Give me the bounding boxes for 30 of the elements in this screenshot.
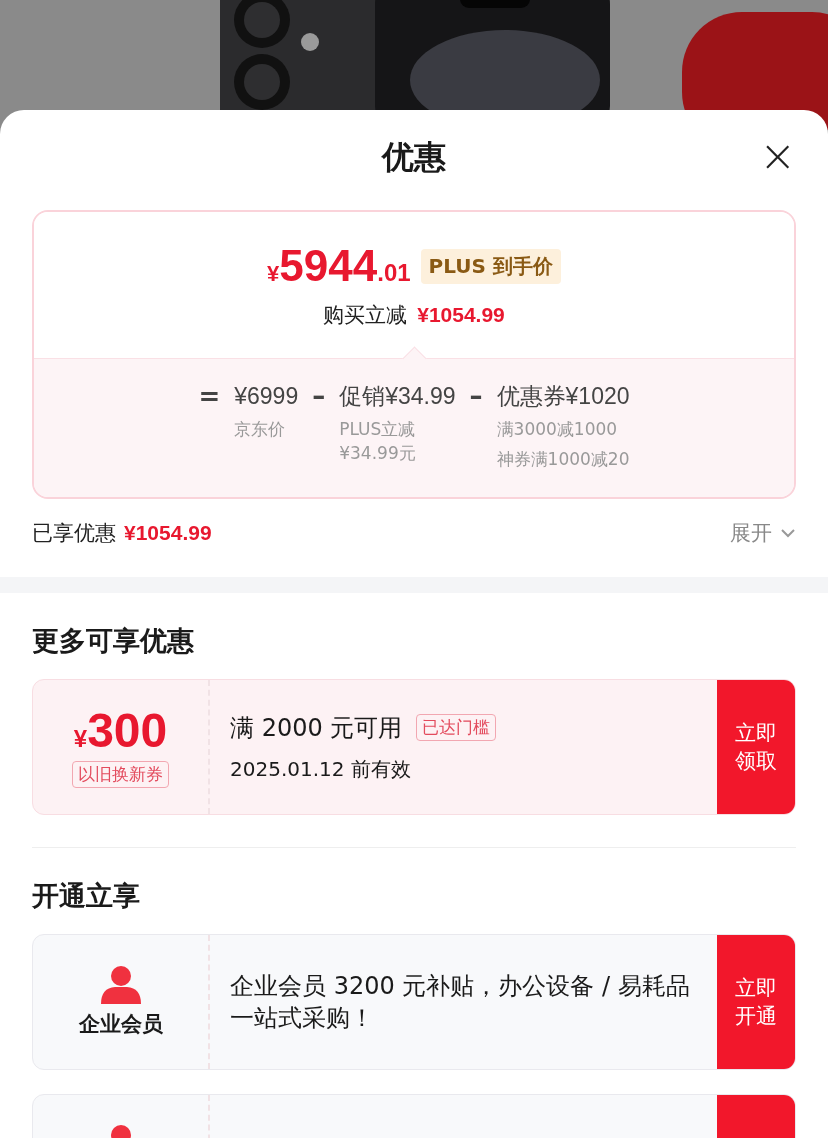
close-button[interactable]: × [759,134,796,178]
validity-date: 2025.01.12 前有效 [230,755,412,783]
section-title: 开通立享 [32,879,141,913]
threshold-badge: 已达门槛 [416,714,497,741]
operator-sign: = [198,381,221,411]
plus-price-badge: PLUS 到手价 [420,248,561,284]
reduction-label: 购买立减 [323,302,408,329]
formula-term: 促销¥34.99 [339,382,456,411]
reduction-amount: ¥1054.99 [417,303,505,327]
term-note: 京东价 [234,418,287,441]
coupon-condition: 满 2000 元可用 [230,712,403,744]
final-price: ¥5944.01 [267,241,411,291]
formula-term: 优惠券¥1020 [496,382,630,411]
operator-sign: – [469,381,483,411]
saved-label: 已享优惠 [32,520,116,547]
membership-name: 企业会员 [78,1011,163,1038]
formula-term: ¥6999 [234,382,299,411]
section-title: 更多可享优惠 [32,624,195,658]
term-note: 满3000减1000 [496,418,619,441]
operator-sign: – [312,381,326,411]
term-note: PLUS立减¥34.99元 [339,418,417,465]
sheet-title: 优惠 [382,137,446,178]
coupon-type-tag: 以旧换新券 [72,760,169,788]
term-note: 神券满1000减20 [496,448,630,471]
claim-button[interactable]: 立即领取 [717,680,795,814]
coupon-amount: ¥300 [73,706,168,755]
membership-description: 企业会员 3200 元补贴，办公设备 / 易耗品一站式采购！ [230,971,691,1034]
saved-amount: ¥1054.99 [124,521,212,545]
activate-button[interactable]: 立即开通 [717,935,795,1069]
expand-button[interactable]: 展开 [730,519,796,547]
